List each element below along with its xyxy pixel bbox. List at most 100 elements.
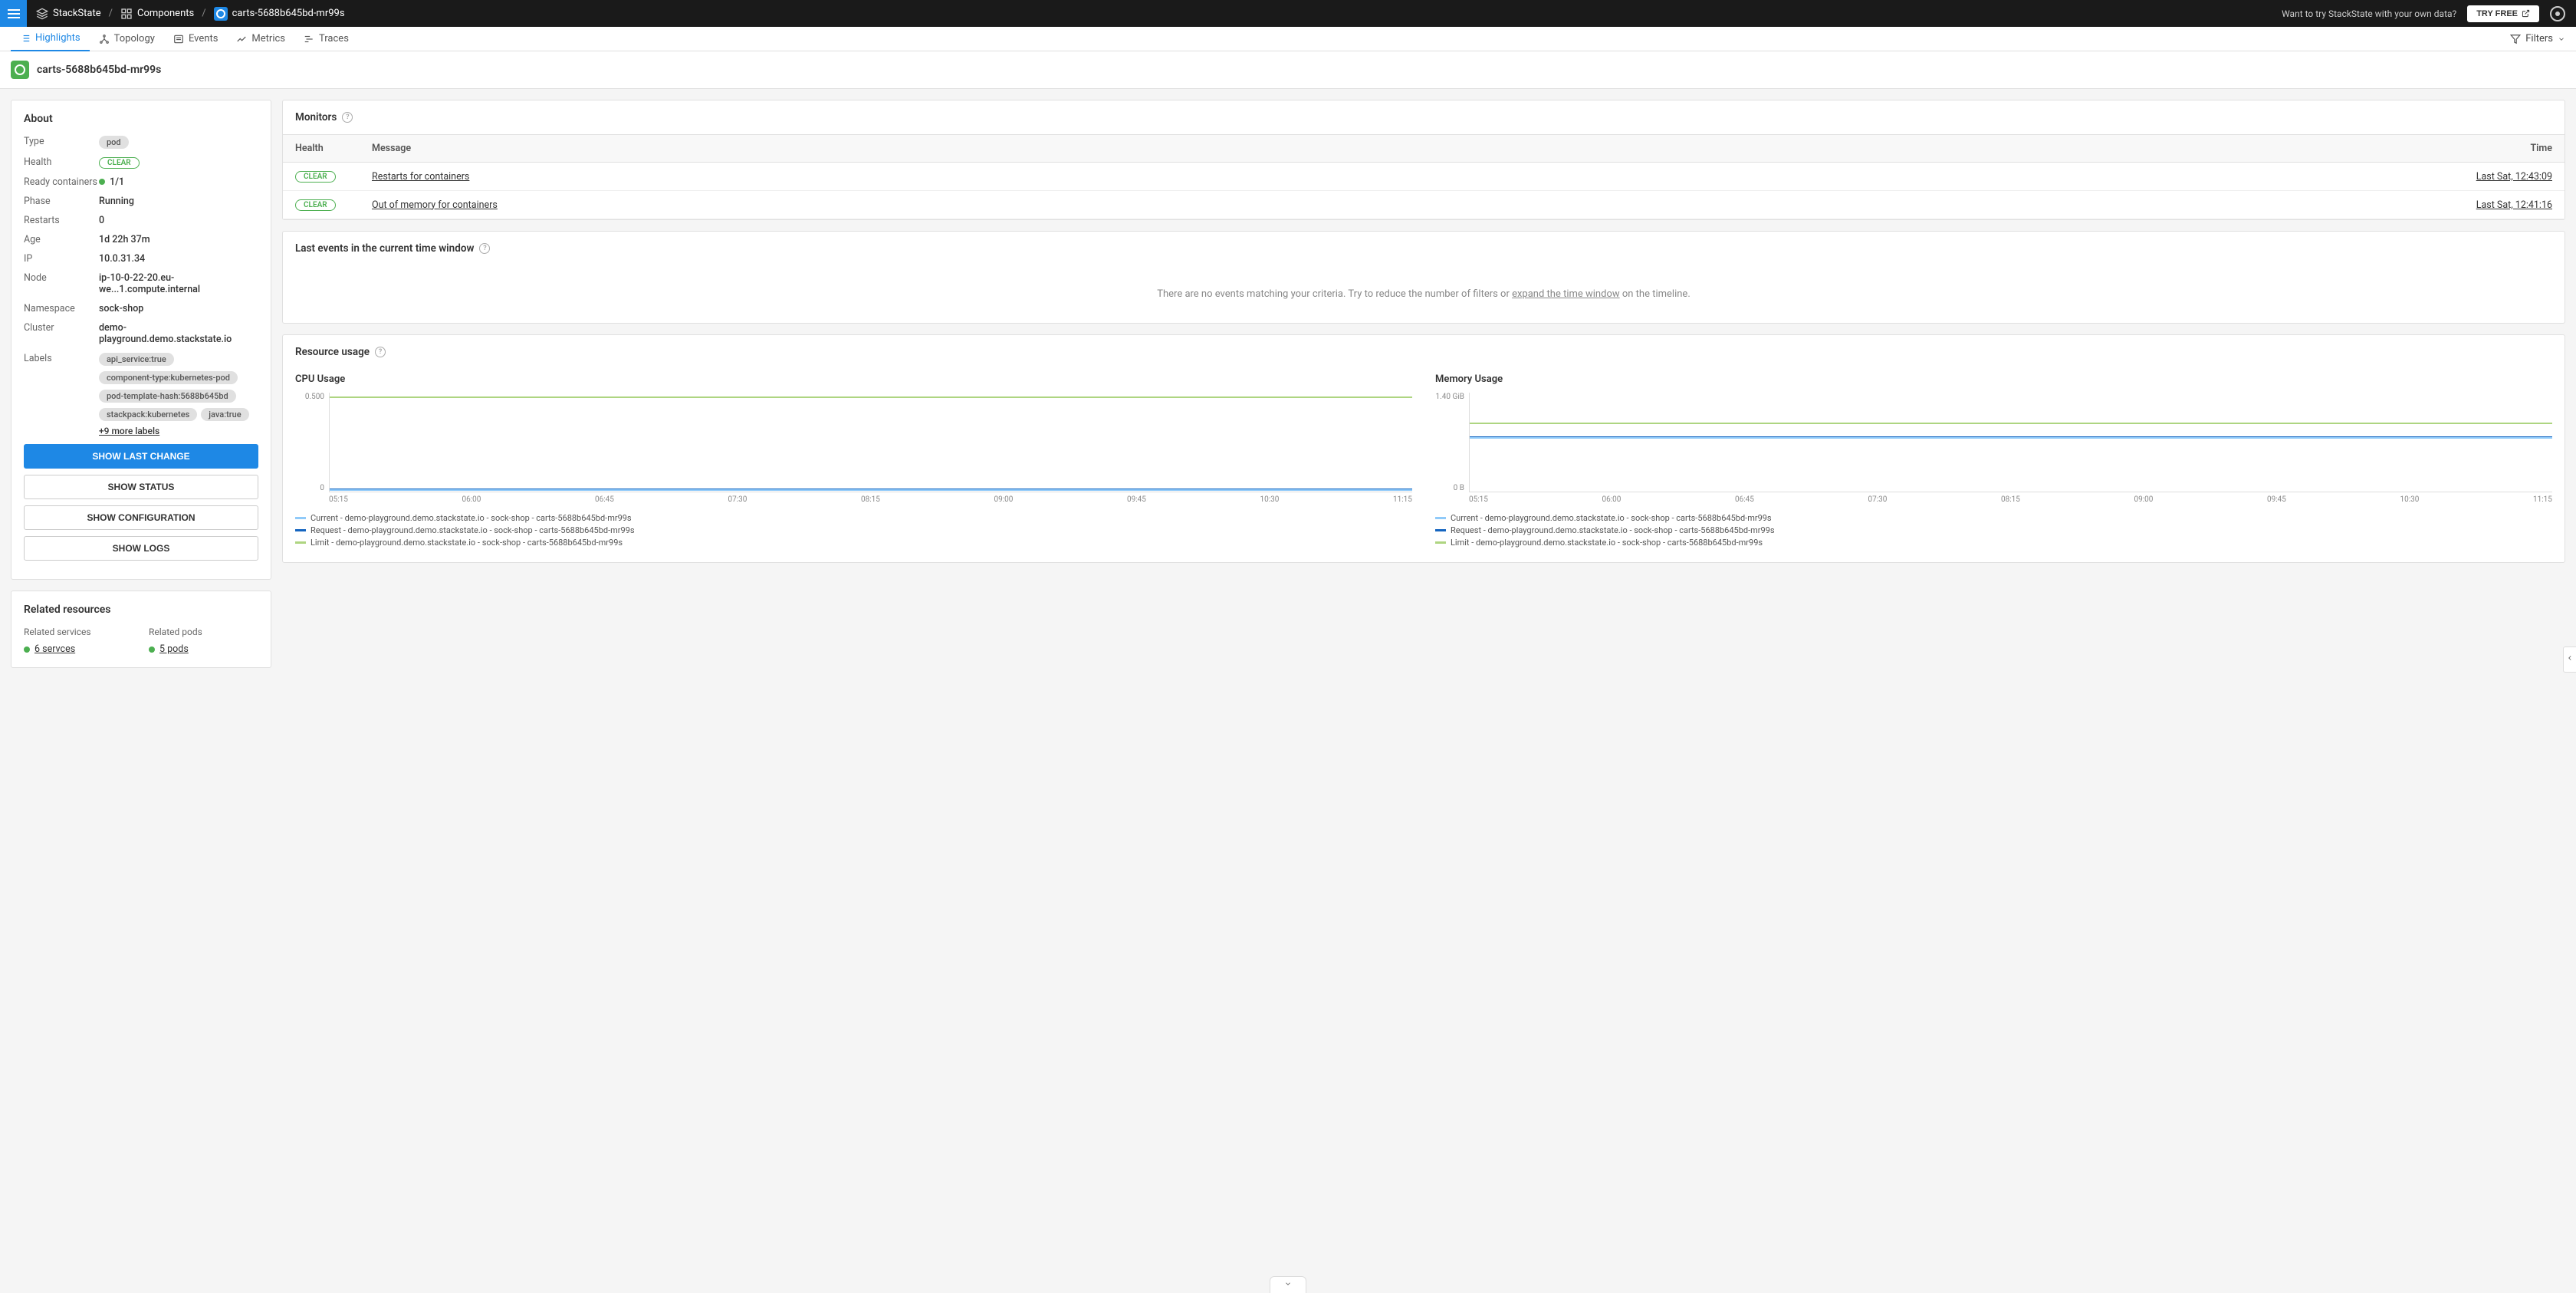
breadcrumb-sep: / — [109, 8, 113, 19]
monitor-time-link[interactable]: Last Sat, 12:43:09 — [2445, 171, 2552, 183]
legend-item: Limit - demo-playground.demo.stackstate.… — [1435, 538, 2552, 548]
pod-icon-large — [11, 61, 29, 79]
more-labels-link[interactable]: +9 more labels — [99, 426, 258, 436]
status-dot-icon — [99, 179, 105, 185]
breadcrumb-root[interactable]: StackState — [36, 8, 101, 20]
breadcrumb-current-label: carts-5688b645bd-mr99s — [232, 8, 345, 19]
kv-health: HealthCLEAR — [24, 156, 258, 169]
events-empty: There are no events matching your criter… — [283, 265, 2564, 323]
kv-restarts: Restarts0 — [24, 215, 258, 226]
grid-icon — [120, 8, 133, 20]
page-title: carts-5688b645bd-mr99s — [37, 64, 161, 76]
monitors-section: Monitors ? Health Message Time CLEAR Res… — [282, 100, 2565, 220]
monitor-message-link[interactable]: Out of memory for containers — [372, 199, 2445, 211]
expand-time-window-link[interactable]: expand the time window — [1512, 288, 1620, 300]
legend-swatch-icon — [295, 517, 306, 519]
tab-topology[interactable]: Topology — [90, 27, 164, 51]
related-pods-link[interactable]: 5 pods — [149, 643, 258, 655]
show-logs-button[interactable]: SHOW LOGS — [24, 536, 258, 561]
legend-swatch-icon — [1435, 529, 1446, 531]
breadcrumb-current[interactable]: carts-5688b645bd-mr99s — [214, 7, 345, 21]
cpu-y-axis: 0.500 0 — [295, 393, 329, 492]
kv-type: Typepod — [24, 136, 258, 149]
events-section: Last events in the current time window ?… — [282, 231, 2565, 324]
memory-limit-line — [1470, 423, 2552, 424]
legend-item: Limit - demo-playground.demo.stackstate.… — [295, 538, 1412, 548]
stack-icon — [36, 8, 48, 20]
monitors-table-head: Health Message Time — [283, 134, 2564, 163]
memory-chart-title: Memory Usage — [1435, 373, 2552, 385]
legend-item: Request - demo-playground.demo.stackstat… — [1435, 525, 2552, 535]
monitor-row: CLEAR Restarts for containers Last Sat, … — [283, 163, 2564, 191]
kv-cluster: Clusterdemo-playground.demo.stackstate.i… — [24, 322, 258, 345]
side-panel-toggle[interactable] — [2563, 646, 2576, 673]
chevron-down-icon — [2558, 35, 2565, 43]
label-pill: pod-template-hash:5688b645bd — [99, 390, 236, 403]
topology-icon — [99, 34, 110, 44]
tab-events-label: Events — [189, 33, 218, 44]
chevron-left-icon — [2566, 653, 2574, 663]
th-time: Time — [2445, 143, 2552, 154]
tab-traces[interactable]: Traces — [294, 27, 358, 51]
related-card: Related resources Related services 6 ser… — [11, 591, 271, 668]
traces-icon — [304, 34, 314, 44]
related-heading: Related resources — [24, 604, 258, 616]
hamburger-menu[interactable] — [0, 0, 27, 27]
help-icon[interactable]: ? — [479, 243, 490, 254]
cpu-plot[interactable] — [329, 393, 1412, 492]
legend-swatch-icon — [1435, 541, 1446, 544]
filter-icon — [2510, 34, 2521, 44]
related-pods-label: Related pods — [149, 627, 258, 637]
profile-icon[interactable] — [2550, 6, 2565, 21]
related-services-link[interactable]: 6 servces — [24, 643, 133, 655]
memory-plot[interactable] — [1469, 393, 2552, 492]
monitor-row: CLEAR Out of memory for containers Last … — [283, 191, 2564, 219]
monitor-message-link[interactable]: Restarts for containers — [372, 171, 2445, 183]
bottom-panel-toggle[interactable] — [1270, 1276, 1306, 1293]
th-message: Message — [372, 143, 2445, 154]
monitor-time-link[interactable]: Last Sat, 12:41:16 — [2445, 199, 2552, 211]
kv-age: Age1d 22h 37m — [24, 234, 258, 245]
memory-y-axis: 1.40 GiB 0 B — [1435, 393, 1469, 492]
kv-labels: Labels api_service:true component-type:k… — [24, 353, 258, 436]
show-last-change-button[interactable]: SHOW LAST CHANGE — [24, 444, 258, 469]
monitors-header: Monitors ? — [283, 100, 2564, 134]
legend-swatch-icon — [295, 541, 306, 544]
resource-section: Resource usage ? CPU Usage 0.500 0 — [282, 334, 2565, 563]
tab-events[interactable]: Events — [164, 27, 227, 51]
memory-x-axis: 05:15 06:00 06:45 07:30 08:15 09:00 09:4… — [1435, 495, 2552, 504]
label-pill: component-type:kubernetes-pod — [99, 371, 238, 384]
filters-button[interactable]: Filters — [2510, 33, 2565, 44]
tab-highlights[interactable]: Highlights — [11, 27, 90, 51]
status-dot-icon — [149, 646, 155, 653]
show-configuration-button[interactable]: SHOW CONFIGURATION — [24, 505, 258, 530]
help-icon[interactable]: ? — [342, 112, 353, 123]
breadcrumb-components-label: Components — [137, 8, 194, 19]
try-free-label: TRY FREE — [2476, 9, 2518, 18]
related-services: Related services 6 servces — [24, 627, 133, 655]
kv-namespace: Namespacesock-shop — [24, 303, 258, 314]
chevron-down-icon — [1283, 1280, 1293, 1288]
health-pill: CLEAR — [295, 199, 336, 211]
show-status-button[interactable]: SHOW STATUS — [24, 475, 258, 499]
help-icon[interactable]: ? — [375, 347, 386, 357]
cpu-legend: Current - demo-playground.demo.stackstat… — [295, 513, 1412, 548]
events-header: Last events in the current time window ? — [283, 232, 2564, 265]
related-pods: Related pods 5 pods — [149, 627, 258, 655]
try-free-button[interactable]: TRY FREE — [2467, 5, 2539, 22]
kv-ready: Ready containers1/1 — [24, 176, 258, 188]
cpu-limit-line — [330, 396, 1412, 398]
breadcrumb-components[interactable]: Components — [120, 8, 194, 20]
tab-metrics-label: Metrics — [251, 33, 285, 44]
highlights-icon — [20, 33, 31, 44]
legend-item: Request - demo-playground.demo.stackstat… — [295, 525, 1412, 535]
breadcrumb-sep: / — [202, 8, 205, 19]
related-services-label: Related services — [24, 627, 133, 637]
health-pill: CLEAR — [99, 157, 140, 169]
memory-current-line — [1470, 437, 2552, 439]
th-health: Health — [295, 143, 372, 154]
tab-metrics[interactable]: Metrics — [227, 27, 294, 51]
health-pill: CLEAR — [295, 171, 336, 183]
breadcrumb: StackState / Components / carts-5688b645… — [27, 7, 345, 21]
pod-icon — [214, 7, 228, 21]
